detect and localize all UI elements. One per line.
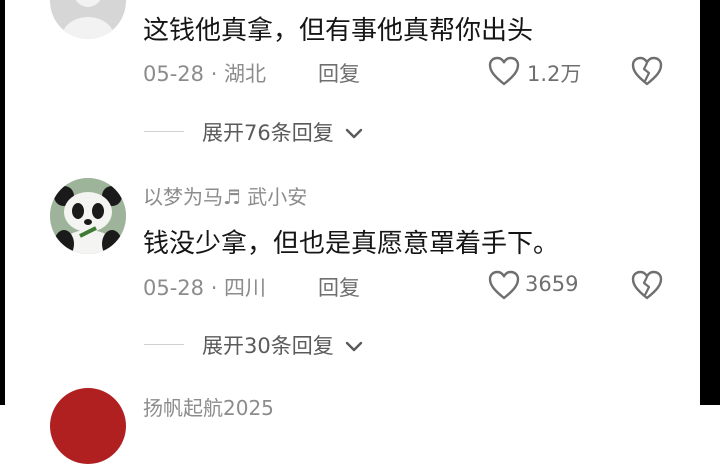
like-count: 1.2万 xyxy=(527,62,582,86)
chevron-down-icon xyxy=(346,128,363,139)
right-edge-bar xyxy=(700,0,720,405)
dislike-broken-heart-icon[interactable] xyxy=(630,269,664,301)
avatar[interactable] xyxy=(50,178,126,254)
chevron-down-icon xyxy=(346,341,363,352)
avatar[interactable] xyxy=(50,0,126,39)
reply-button[interactable]: 回复 xyxy=(318,272,360,302)
left-edge-bar xyxy=(0,0,5,405)
default-avatar-icon xyxy=(62,0,114,39)
username[interactable]: 扬帆起航2025 xyxy=(143,392,274,421)
username[interactable]: 以梦为马♬ 武小安 xyxy=(143,181,307,210)
expand-replies-button[interactable]: 展开76条回复 xyxy=(202,117,364,147)
expand-replies-label: 展开76条回复 xyxy=(202,121,334,145)
expand-replies-button[interactable]: 展开30条回复 xyxy=(202,330,364,360)
comment-meta: 05-28 · 湖北 xyxy=(143,62,267,86)
dislike-broken-heart-icon[interactable] xyxy=(630,55,664,87)
panda-avatar-icon xyxy=(50,178,126,254)
expand-replies-label: 展开30条回复 xyxy=(202,334,334,358)
avatar[interactable] xyxy=(50,388,126,464)
like-heart-icon[interactable] xyxy=(487,269,521,301)
expand-divider xyxy=(144,344,184,345)
comment-meta: 05-28 · 四川 xyxy=(143,276,267,300)
expand-divider xyxy=(144,131,184,132)
comment-text: 这钱他真拿，但有事他真帮你出头 xyxy=(143,16,534,46)
like-count: 3659 xyxy=(525,272,579,296)
comment-text: 钱没少拿，但也是真愿意罩着手下。 xyxy=(143,229,560,259)
reply-button[interactable]: 回复 xyxy=(318,58,360,88)
like-heart-icon[interactable] xyxy=(487,55,521,87)
